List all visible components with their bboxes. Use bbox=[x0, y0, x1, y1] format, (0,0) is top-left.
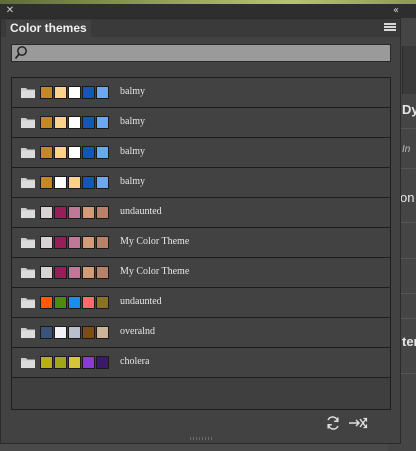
theme-name: balmy bbox=[120, 146, 145, 157]
theme-name: My Color Theme bbox=[120, 266, 190, 277]
folder-icon bbox=[21, 358, 35, 368]
panel-menu-icon[interactable] bbox=[384, 23, 396, 33]
color-swatch[interactable] bbox=[54, 146, 67, 159]
theme-row[interactable]: My Color Theme bbox=[12, 258, 390, 288]
theme-row[interactable]: overalnd bbox=[12, 318, 390, 348]
close-icon[interactable]: ✕ bbox=[3, 5, 17, 17]
background-label-3: on a bbox=[400, 190, 416, 205]
color-swatch[interactable] bbox=[54, 356, 67, 369]
color-swatch[interactable] bbox=[96, 206, 109, 219]
color-swatch[interactable] bbox=[68, 146, 81, 159]
color-swatch[interactable] bbox=[82, 296, 95, 309]
color-swatch[interactable] bbox=[96, 266, 109, 279]
color-swatch[interactable] bbox=[82, 356, 95, 369]
color-swatch[interactable] bbox=[40, 176, 53, 189]
color-swatch[interactable] bbox=[40, 356, 53, 369]
folder-icon bbox=[21, 268, 35, 278]
color-themes-panel: Color themes balmy balmy balmy balmy undaunt… bbox=[0, 18, 401, 444]
folder-icon bbox=[21, 298, 35, 308]
theme-name: balmy bbox=[120, 86, 145, 97]
theme-name: balmy bbox=[120, 116, 145, 127]
theme-list: balmy balmy balmy balmy undaunted My Color Th… bbox=[11, 77, 391, 410]
color-swatch[interactable] bbox=[68, 86, 81, 99]
theme-row[interactable]: balmy bbox=[12, 78, 390, 108]
color-swatch[interactable] bbox=[54, 206, 67, 219]
folder-icon bbox=[21, 328, 35, 338]
color-swatch[interactable] bbox=[40, 146, 53, 159]
theme-name: overalnd bbox=[120, 326, 155, 337]
color-swatch[interactable] bbox=[82, 266, 95, 279]
theme-row[interactable]: balmy bbox=[12, 108, 390, 138]
color-swatch[interactable] bbox=[54, 326, 67, 339]
theme-name: undaunted bbox=[120, 296, 162, 307]
color-swatch[interactable] bbox=[96, 296, 109, 309]
color-swatch[interactable] bbox=[96, 146, 109, 159]
color-swatch[interactable] bbox=[40, 206, 53, 219]
color-swatch[interactable] bbox=[96, 176, 109, 189]
theme-row[interactable]: balmy bbox=[12, 138, 390, 168]
color-swatch[interactable] bbox=[82, 86, 95, 99]
folder-icon bbox=[21, 178, 35, 188]
theme-row[interactable]: balmy bbox=[12, 168, 390, 198]
color-swatch[interactable] bbox=[54, 116, 67, 129]
color-swatch[interactable] bbox=[40, 116, 53, 129]
color-swatch[interactable] bbox=[82, 326, 95, 339]
folder-icon bbox=[21, 88, 35, 98]
color-swatch[interactable] bbox=[96, 326, 109, 339]
color-swatch[interactable] bbox=[54, 266, 67, 279]
color-swatch[interactable] bbox=[68, 116, 81, 129]
background-label-2: In bbox=[402, 144, 411, 155]
color-swatch[interactable] bbox=[82, 236, 95, 249]
color-swatch[interactable] bbox=[68, 236, 81, 249]
theme-name: balmy bbox=[120, 176, 145, 187]
color-swatch[interactable] bbox=[40, 296, 53, 309]
theme-row[interactable]: cholera bbox=[12, 348, 390, 378]
color-swatch[interactable] bbox=[82, 176, 95, 189]
color-swatch[interactable] bbox=[54, 86, 67, 99]
color-swatch[interactable] bbox=[54, 296, 67, 309]
background-label-1: Dy bbox=[402, 102, 416, 117]
folder-icon bbox=[21, 118, 35, 128]
color-swatch[interactable] bbox=[68, 326, 81, 339]
color-swatch[interactable] bbox=[54, 236, 67, 249]
folder-icon bbox=[21, 238, 35, 248]
panel-tab-bar: ✕ ‹‹ bbox=[0, 4, 416, 18]
color-swatch[interactable] bbox=[68, 206, 81, 219]
color-swatch[interactable] bbox=[96, 356, 109, 369]
theme-row[interactable]: My Color Theme bbox=[12, 228, 390, 258]
color-swatch[interactable] bbox=[54, 176, 67, 189]
panel-header: Color themes bbox=[1, 19, 400, 37]
theme-name: cholera bbox=[120, 356, 150, 367]
folder-icon bbox=[21, 148, 35, 158]
panel-title[interactable]: Color themes bbox=[6, 20, 91, 37]
background-panel-box bbox=[402, 46, 416, 94]
color-swatch[interactable] bbox=[40, 326, 53, 339]
theme-row[interactable]: undaunted bbox=[12, 288, 390, 318]
color-swatch[interactable] bbox=[68, 266, 81, 279]
theme-name: undaunted bbox=[120, 206, 162, 217]
theme-name: My Color Theme bbox=[120, 236, 190, 247]
resize-grip[interactable] bbox=[190, 437, 212, 440]
folder-icon bbox=[21, 208, 35, 218]
color-swatch[interactable] bbox=[82, 146, 95, 159]
refresh-icon[interactable] bbox=[324, 415, 342, 431]
background-label-4: ter bbox=[402, 334, 416, 349]
color-swatch[interactable] bbox=[40, 236, 53, 249]
color-swatch[interactable] bbox=[96, 236, 109, 249]
search-input[interactable] bbox=[28, 45, 388, 61]
color-swatch[interactable] bbox=[82, 206, 95, 219]
color-swatch[interactable] bbox=[68, 356, 81, 369]
color-swatch[interactable] bbox=[96, 86, 109, 99]
theme-row[interactable]: undaunted bbox=[12, 198, 390, 228]
import-shuffle-icon[interactable] bbox=[348, 415, 368, 431]
color-swatch[interactable] bbox=[40, 266, 53, 279]
color-swatch[interactable] bbox=[40, 86, 53, 99]
collapse-arrows-icon[interactable]: ‹‹ bbox=[393, 4, 399, 18]
color-swatch[interactable] bbox=[96, 116, 109, 129]
color-swatch[interactable] bbox=[68, 176, 81, 189]
magnifier-icon bbox=[14, 46, 27, 60]
color-swatch[interactable] bbox=[68, 296, 81, 309]
color-swatch[interactable] bbox=[82, 116, 95, 129]
search-field[interactable] bbox=[11, 44, 391, 62]
